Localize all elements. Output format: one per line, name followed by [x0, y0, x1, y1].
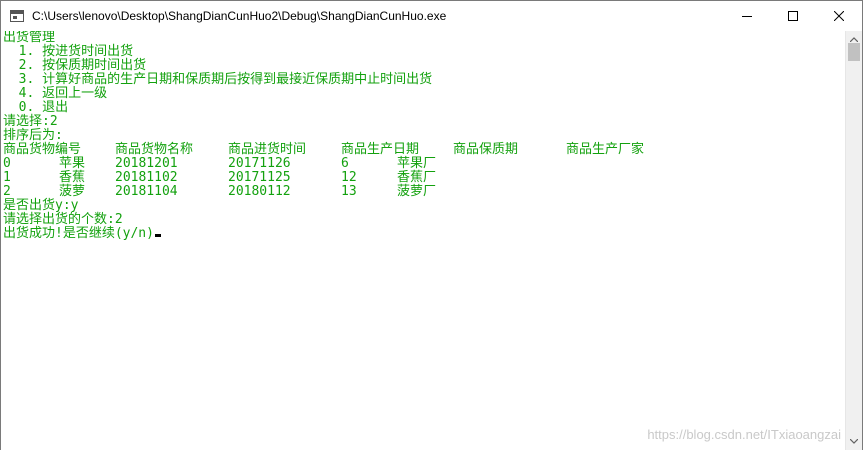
table-row-cell: 20181201: [115, 156, 178, 171]
table-header-id: 商品货物编号: [3, 142, 82, 157]
table-row-cell: 菠萝厂: [397, 184, 437, 199]
scroll-down-button[interactable]: [846, 433, 862, 450]
close-button[interactable]: [816, 1, 862, 31]
table-row-cell: 20171125: [228, 170, 291, 185]
watermark: https://blog.csdn.net/ITxiaoangzai: [647, 427, 841, 442]
chevron-up-icon: [850, 37, 858, 42]
console-app-icon: [10, 10, 24, 22]
table-row-cell: 苹果: [59, 156, 86, 171]
console-output[interactable]: 出货管理 1. 按进货时间出货 2. 按保质期时间出货 3. 计算好商品的生产日…: [1, 31, 847, 450]
window-title: C:\Users\lenovo\Desktop\ShangDianCunHuo2…: [32, 9, 447, 23]
result-line: 出货成功!是否继续(y/n): [3, 227, 161, 241]
table-row-cell: 12: [341, 170, 357, 185]
sorted-label: 排序后为:: [3, 128, 63, 143]
table-header-purchase-date: 商品进货时间: [228, 142, 307, 157]
count-prompt: 请选择出货的个数:2: [3, 212, 123, 227]
table-row-cell: 13: [341, 184, 357, 199]
table-row-cell: 香蕉: [59, 170, 86, 185]
text-cursor: [154, 234, 161, 237]
menu-item-3: 3. 计算好商品的生产日期和保质期后按得到最接近保质期中止时间出货: [3, 72, 433, 87]
minimize-icon: [742, 16, 752, 17]
close-icon: [834, 11, 844, 21]
table-header-production-date: 商品生产日期: [341, 142, 420, 157]
menu-item-2: 2. 按保质期时间出货: [3, 58, 147, 73]
table-row-cell: 香蕉厂: [397, 170, 437, 185]
table-row-cell: 20181104: [115, 184, 178, 199]
table-row-cell: 20171126: [228, 156, 291, 171]
table-row-cell: 2: [3, 184, 11, 199]
table-header-name: 商品货物名称: [115, 142, 194, 157]
title-bar[interactable]: C:\Users\lenovo\Desktop\ShangDianCunHuo2…: [1, 1, 862, 31]
menu-item-1: 1. 按进货时间出货: [3, 44, 134, 59]
choice-prompt: 请选择:2: [3, 114, 58, 129]
result-text: 出货成功!是否继续(y/n): [3, 226, 154, 241]
chevron-down-icon: [850, 439, 858, 444]
console-window: C:\Users\lenovo\Desktop\ShangDianCunHuo2…: [0, 0, 863, 450]
window-controls: [724, 1, 862, 31]
menu-item-4: 4. 返回上一级: [3, 86, 108, 101]
table-row-cell: 菠萝: [59, 184, 86, 199]
table-row-cell: 6: [341, 156, 349, 171]
table-row-cell: 苹果厂: [397, 156, 437, 171]
confirm-ship-line: 是否出货y:y: [3, 198, 79, 213]
maximize-button[interactable]: [770, 1, 816, 31]
table-row-cell: 20180112: [228, 184, 291, 199]
table-header-manufacturer: 商品生产厂家: [566, 142, 645, 157]
menu-item-0: 0. 退出: [3, 100, 69, 115]
table-header-shelf-life: 商品保质期: [453, 142, 519, 157]
vertical-scrollbar[interactable]: [845, 31, 862, 450]
maximize-icon: [788, 11, 798, 21]
table-row-cell: 1: [3, 170, 11, 185]
table-row-cell: 0: [3, 156, 11, 171]
menu-title: 出货管理: [3, 31, 56, 45]
scroll-thumb[interactable]: [848, 43, 860, 61]
minimize-button[interactable]: [724, 1, 770, 31]
table-row-cell: 20181102: [115, 170, 178, 185]
